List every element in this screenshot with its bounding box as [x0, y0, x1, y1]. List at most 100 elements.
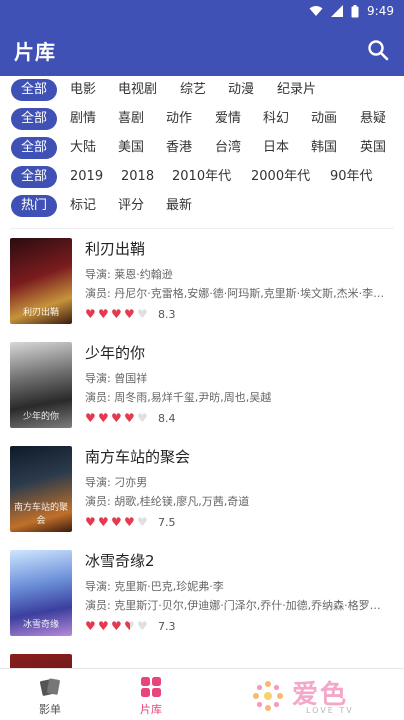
filter-option[interactable]: 2019: [70, 166, 103, 188]
movie-title[interactable]: 冰雪奇缘2: [85, 550, 155, 571]
movie-title[interactable]: 南方车站的聚会: [85, 446, 190, 467]
filter-row-year: 全部 2019 2018 2010年代 2000年代 90年代: [0, 163, 404, 192]
filter-row-type: 全部 电影 电视剧 综艺 动漫 纪录片: [0, 76, 404, 105]
movie-item[interactable]: 少年的你 少年的你 导演: 曾国祥 演员: 周冬雨,易烊千玺,尹昉,周也,吴越 …: [0, 332, 404, 436]
heart-icon: ♥: [111, 411, 122, 425]
heart-icon: ♥: [85, 619, 96, 633]
heart-icon: ♥: [137, 307, 148, 321]
filter-option[interactable]: 2010年代: [172, 166, 231, 188]
poster-title: 南方车站的聚会: [13, 503, 68, 526]
filter-hot[interactable]: 热门: [11, 195, 57, 217]
filter-option[interactable]: 韩国: [311, 137, 337, 159]
movie-title[interactable]: 少年的你: [85, 342, 145, 363]
heart-icon: ♥: [98, 307, 109, 321]
rating-hearts: ♥ ♥ ♥ ♥ ♥: [85, 620, 149, 634]
heart-icon: ♥: [85, 515, 96, 529]
movie-director: 导演: 曾国祥: [85, 372, 148, 385]
movie-cast: 演员: 胡歌,桂纶镁,廖凡,万茜,奇道: [85, 495, 250, 508]
status-bar: 9:49: [0, 0, 404, 24]
page-title: 片库: [14, 40, 56, 64]
filter-option[interactable]: 电影: [70, 79, 96, 101]
filter-option[interactable]: 科幻: [263, 108, 289, 130]
movie-item[interactable]: [0, 644, 404, 668]
poster-title: 少年的你: [22, 412, 59, 422]
filter-option[interactable]: 香港: [166, 137, 192, 159]
filter-option[interactable]: 纪录片: [277, 79, 316, 101]
rating-hearts: ♥ ♥ ♥ ♥ ♥: [85, 516, 149, 530]
movie-poster[interactable]: 冰雪奇缘: [10, 550, 72, 636]
heart-icon: ♥: [124, 411, 135, 425]
heart-icon: ♥: [137, 619, 148, 633]
watermark-logo: 爱色 LOVE TV: [250, 674, 400, 718]
movie-cast: 演员: 克里斯汀·贝尔,伊迪娜·门泽尔,乔什·加德,乔纳森·格罗…: [85, 599, 381, 612]
movie-title[interactable]: 利刃出鞘: [85, 238, 145, 259]
filter-option[interactable]: 喜剧: [118, 108, 144, 130]
filter-option[interactable]: 台湾: [215, 137, 241, 159]
filter-row-region: 全部 大陆 美国 香港 台湾 日本 韩国 英国: [0, 134, 404, 163]
filter-option[interactable]: 美国: [118, 137, 144, 159]
tab-playlist[interactable]: 影单: [0, 669, 100, 720]
filter-all-region[interactable]: 全部: [11, 137, 57, 159]
heart-icon: ♥: [137, 411, 148, 425]
filter-option[interactable]: 剧情: [70, 108, 96, 130]
heart-icon: ♥: [98, 515, 109, 529]
filter-option[interactable]: 90年代: [330, 166, 373, 188]
filter-option[interactable]: 大陆: [70, 137, 96, 159]
heart-icon: ♥: [111, 515, 122, 529]
movie-item[interactable]: 南方车站的聚会 南方车站的聚会 导演: 刁亦男 演员: 胡歌,桂纶镁,廖凡,万茜…: [0, 436, 404, 540]
filter-option[interactable]: 英国: [360, 137, 386, 159]
heart-icon: ♥: [98, 619, 109, 633]
filter-option[interactable]: 爱情: [215, 108, 241, 130]
movie-score: 8.4: [158, 412, 176, 425]
movie-director: 导演: 刁亦男: [85, 476, 148, 489]
rating-hearts: ♥ ♥ ♥ ♥ ♥: [85, 308, 149, 322]
movie-poster[interactable]: [10, 654, 72, 668]
heart-icon: ♥: [124, 307, 135, 321]
movie-poster[interactable]: 南方车站的聚会: [10, 446, 72, 532]
heart-icon: ♥: [111, 307, 122, 321]
filter-row-sort: 热门 标记 评分 最新: [0, 192, 404, 221]
heart-icon: ♥: [124, 515, 135, 529]
signal-icon: [331, 5, 344, 17]
movie-poster[interactable]: 少年的你: [10, 342, 72, 428]
flower-icon: [253, 681, 283, 711]
search-icon[interactable]: [366, 38, 390, 62]
movie-director: 导演: 克里斯·巴克,珍妮弗·李: [85, 580, 224, 593]
movie-score: 7.5: [158, 516, 176, 529]
heart-icon: ♥: [137, 515, 148, 529]
app-bar: 片库: [0, 24, 404, 76]
heart-icon: ♥: [98, 411, 109, 425]
movie-cast: 演员: 丹尼尔·克雷格,安娜·德·阿玛斯,克里斯·埃文斯,杰米·李…: [85, 287, 385, 300]
filter-all-type[interactable]: 全部: [11, 79, 57, 101]
movie-item[interactable]: 利刃出鞘 利刃出鞘 导演: 莱恩·约翰逊 演员: 丹尼尔·克雷格,安娜·德·阿玛…: [0, 228, 404, 332]
filter-option[interactable]: 2000年代: [251, 166, 310, 188]
tab-label: 影单: [39, 703, 61, 716]
poster-title: 冰雪奇缘: [22, 620, 59, 630]
filter-option[interactable]: 标记: [70, 195, 96, 217]
filter-option[interactable]: 评分: [118, 195, 144, 217]
movie-poster[interactable]: 利刃出鞘: [10, 238, 72, 324]
filter-option[interactable]: 日本: [263, 137, 289, 159]
heart-icon: ♥: [85, 307, 96, 321]
filter-all-genre[interactable]: 全部: [11, 108, 57, 130]
movie-item[interactable]: 冰雪奇缘 冰雪奇缘2 导演: 克里斯·巴克,珍妮弗·李 演员: 克里斯汀·贝尔,…: [0, 540, 404, 644]
filter-all-year[interactable]: 全部: [11, 166, 57, 188]
watermark-subtext: LOVE TV: [306, 706, 354, 715]
filter-option[interactable]: 2018: [121, 166, 154, 188]
filter-option[interactable]: 最新: [166, 195, 192, 217]
rating-hearts: ♥ ♥ ♥ ♥ ♥: [85, 412, 149, 426]
heart-icon: ♥: [124, 619, 135, 633]
filter-option[interactable]: 动漫: [228, 79, 254, 101]
filter-option[interactable]: 动作: [166, 108, 192, 130]
filter-option[interactable]: 综艺: [180, 79, 206, 101]
status-icons: 9:49: [309, 4, 394, 18]
filter-option[interactable]: 电视剧: [118, 79, 157, 101]
filter-option[interactable]: 动画: [311, 108, 337, 130]
heart-icon: ♥: [85, 411, 96, 425]
battery-icon: [351, 4, 359, 17]
tab-library[interactable]: 片库: [101, 669, 201, 720]
tab-label: 片库: [140, 703, 162, 716]
filter-option[interactable]: 悬疑: [360, 108, 386, 130]
wifi-icon: [309, 6, 323, 16]
cards-icon: [39, 678, 60, 696]
